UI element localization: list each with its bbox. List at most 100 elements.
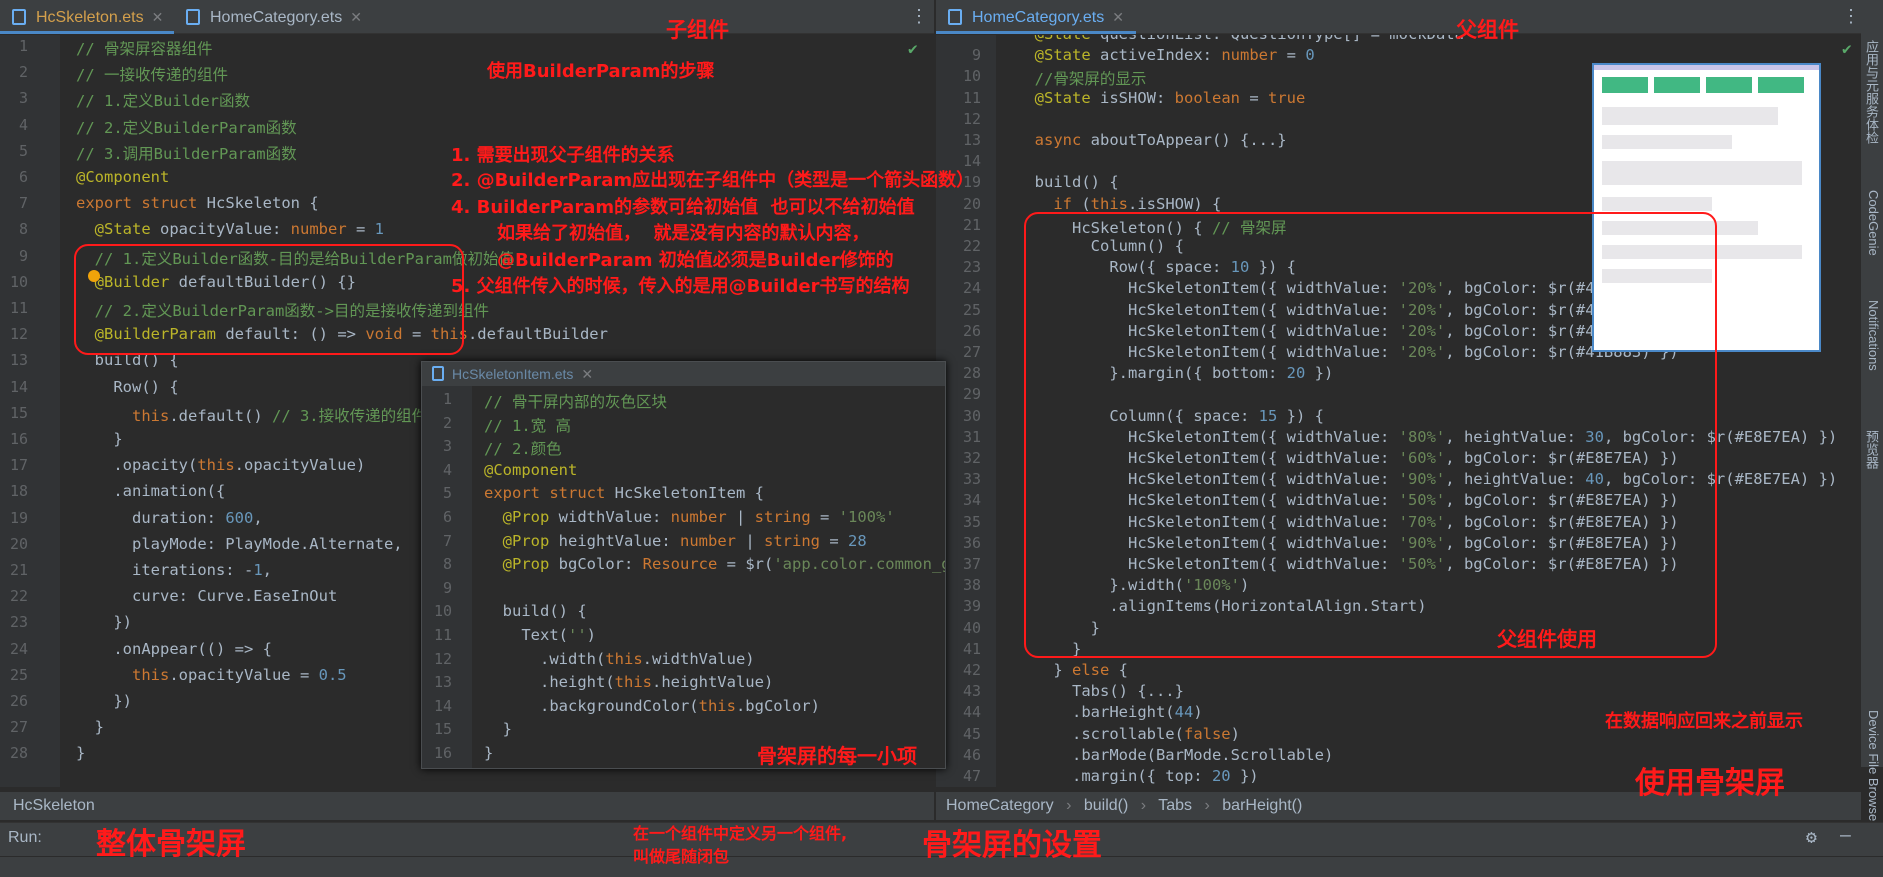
line-number: 23: [962, 258, 981, 277]
code-line[interactable]: @Prop heightValue: number | string = 28: [484, 532, 867, 550]
code-line[interactable]: @State questionList: QuestionType[] = mo…: [1016, 35, 1464, 43]
code-line[interactable]: }): [76, 692, 132, 710]
chevron-right-icon: ›: [1140, 797, 1147, 814]
line-number: 5: [442, 484, 452, 503]
crumb-homecategory[interactable]: HomeCategory: [946, 797, 1054, 814]
skeleton-square: [1654, 77, 1700, 93]
chevron-right-icon: ›: [1204, 797, 1210, 814]
toolbar-item-codegenie[interactable]: CodeGenie: [1866, 190, 1881, 256]
toolbar-item-notifications[interactable]: Notifications: [1866, 300, 1881, 371]
code-line[interactable]: .scrollable(false): [1016, 725, 1240, 743]
code-line[interactable]: @Prop bgColor: Resource = $r('app.color.…: [484, 555, 945, 573]
code-line[interactable]: // 1.定义Builder函数: [76, 89, 250, 111]
code-line[interactable]: }: [76, 744, 85, 762]
code-line[interactable]: .barMode(BarMode.Scrollable): [1016, 746, 1333, 764]
code-line[interactable]: build() {: [484, 602, 587, 620]
close-icon[interactable]: ✕: [1112, 9, 1124, 25]
code-line[interactable]: }): [76, 613, 132, 631]
crumb-tabs[interactable]: Tabs: [1158, 797, 1192, 814]
code-line[interactable]: // 1.宽 高: [484, 414, 571, 436]
line-number: 16: [9, 430, 28, 448]
left-breadcrumb: HcSkeleton: [0, 792, 934, 820]
code-line[interactable]: build() {: [1016, 173, 1119, 191]
run-label[interactable]: Run:: [8, 829, 42, 847]
code-line[interactable]: // 3.调用BuilderParam函数: [76, 142, 297, 164]
line-number: 8: [18, 220, 28, 239]
code-line[interactable]: }: [484, 720, 512, 738]
code-line[interactable]: Tabs() {...}: [1016, 682, 1184, 700]
chevron-right-icon: ›: [1066, 797, 1072, 814]
code-line[interactable]: .onAppear(() => {: [76, 640, 272, 658]
code-line[interactable]: curve: Curve.EaseInOut: [76, 587, 337, 605]
code-line[interactable]: @Component: [484, 461, 577, 479]
annotation-box-builder: [74, 244, 464, 355]
code-line[interactable]: // 骨干屏内部的灰色区块: [484, 390, 667, 412]
code-line[interactable]: }: [76, 718, 104, 736]
code-line[interactable]: @Prop widthValue: number | string = '100…: [484, 508, 895, 526]
code-line[interactable]: async aboutToAppear() {...}: [1016, 131, 1287, 149]
line-number: 28: [9, 744, 28, 763]
toolbar-item-inspection[interactable]: 应用与元服务体检: [1862, 40, 1881, 144]
tab-homecategory[interactable]: HomeCategory.ets ✕: [174, 0, 374, 34]
crumb-barheight[interactable]: barHeight(): [1222, 797, 1302, 814]
line-number: 16: [433, 744, 452, 762]
code-line[interactable]: @Component: [76, 168, 169, 186]
line-number: 14: [9, 377, 28, 396]
code-line[interactable]: }: [76, 430, 122, 448]
code-line[interactable]: .animation({: [76, 482, 225, 500]
code-line[interactable]: // 一接收传递的组件: [76, 63, 228, 85]
more-icon[interactable]: ⋮: [910, 6, 928, 27]
code-line[interactable]: this.opacityValue = 0.5: [76, 666, 347, 684]
code-line[interactable]: .backgroundColor(this.bgColor): [484, 697, 820, 715]
line-number: 1: [442, 390, 452, 408]
code-line[interactable]: } else {: [1016, 661, 1128, 679]
code-line[interactable]: iterations: -1,: [76, 561, 272, 579]
close-icon[interactable]: ✕: [350, 9, 362, 25]
close-icon[interactable]: ✕: [152, 9, 164, 25]
more-icon[interactable]: ⋮: [1842, 6, 1860, 27]
code-line[interactable]: // 2.定义BuilderParam函数: [76, 116, 297, 138]
code-line[interactable]: Row() {: [76, 378, 178, 396]
line-number: 7: [18, 194, 28, 213]
annotation-parent: 父组件: [1456, 18, 1519, 42]
code-line[interactable]: @State opacityValue: number = 1: [76, 220, 384, 238]
close-icon[interactable]: ✕: [581, 366, 593, 382]
crumb-build[interactable]: build(): [1084, 797, 1128, 814]
code-line[interactable]: .barHeight(44): [1016, 703, 1203, 721]
minimize-icon[interactable]: —: [1840, 825, 1851, 846]
code-line[interactable]: export struct HcSkeleton {: [76, 194, 319, 212]
code-line[interactable]: @State isSHOW: boolean = true: [1016, 89, 1306, 107]
file-icon: [948, 9, 962, 25]
toolbar-item-device-file-browser[interactable]: Device File Browser: [1866, 710, 1881, 826]
annotation-steps-title: 使用BuilderParam的步骤: [487, 61, 715, 82]
skeleton-bar: [1602, 161, 1802, 185]
line-number: 11: [9, 299, 28, 317]
code-line[interactable]: playMode: PlayMode.Alternate,: [76, 535, 403, 553]
code-line[interactable]: this.default() // 3.接收传递的组件: [76, 404, 427, 426]
code-line[interactable]: .height(this.heightValue): [484, 673, 773, 691]
code-line[interactable]: Text(''): [484, 626, 596, 644]
annotation-before-data: 在数据响应回来之前显示: [1605, 711, 1803, 732]
code-line[interactable]: .opacity(this.opacityValue): [76, 456, 365, 474]
file-icon: [432, 366, 444, 381]
code-line[interactable]: .width(this.widthValue): [484, 650, 755, 668]
tab-homecategory-right[interactable]: HomeCategory.ets ✕: [936, 0, 1136, 34]
code-line[interactable]: duration: 600,: [76, 509, 263, 527]
tab-hcskeleton[interactable]: HcSkeleton.ets ✕: [0, 0, 174, 34]
code-line[interactable]: if (this.isSHOW) {: [1016, 195, 1221, 213]
gear-icon[interactable]: ⚙: [1806, 827, 1817, 848]
hcskeletonitem-popup[interactable]: HcSkeletonItem.ets ✕ 1 // 骨干屏内部的灰色区块 2 // 1.…: [421, 361, 946, 769]
toolbar-item-previewer[interactable]: 预览器: [1862, 430, 1881, 469]
code-line[interactable]: // 2.颜色: [484, 437, 562, 459]
code-line[interactable]: // 骨架屏容器组件: [76, 37, 213, 59]
popup-tab[interactable]: HcSkeletonItem.ets ✕: [422, 362, 945, 386]
left-tab-bar: HcSkeleton.ets ✕ HomeCategory.ets ✕ ⋮: [0, 0, 934, 34]
line-number: 20: [9, 534, 28, 553]
line-number: 27: [9, 718, 28, 737]
code-line[interactable]: export struct HcSkeletonItem {: [484, 484, 764, 502]
code-line[interactable]: //骨架屏的显示: [1016, 67, 1147, 89]
code-line[interactable]: }: [484, 744, 493, 762]
code-line[interactable]: @State activeIndex: number = 0: [1016, 46, 1315, 64]
line-number: 11: [433, 626, 452, 644]
code-line[interactable]: .margin({ top: 20 }): [1016, 767, 1259, 785]
